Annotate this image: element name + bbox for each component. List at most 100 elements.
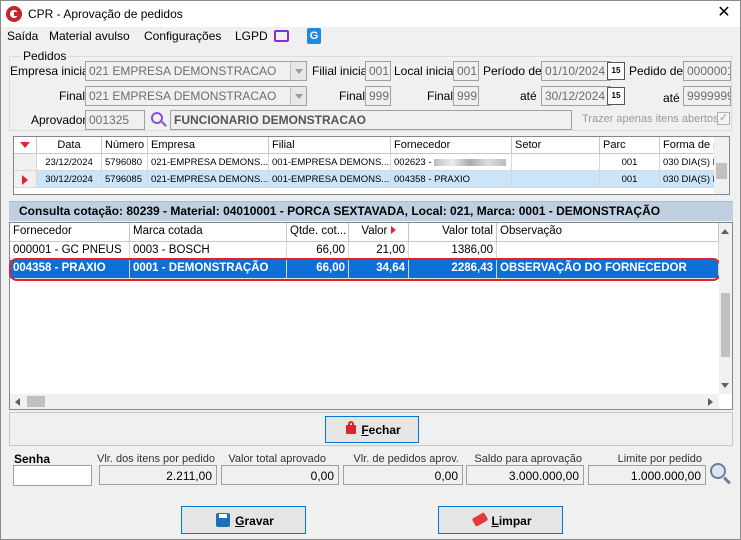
- senha-input[interactable]: [13, 465, 92, 486]
- orders-col-data[interactable]: Data: [37, 137, 102, 154]
- aprovado-label: Valor total aprovado: [228, 453, 326, 465]
- menu-bar: Saída Material avulso Configurações LGPD…: [1, 27, 740, 47]
- pedido-ate-label: até: [663, 91, 680, 105]
- pedidos-aprov-label: Vlr. de pedidos aprov.: [353, 453, 459, 465]
- aprovador-code-field[interactable]: 001325: [85, 110, 145, 130]
- cell-data: 30/12/2024: [37, 171, 102, 188]
- orders-col-empresa[interactable]: Empresa: [148, 137, 269, 154]
- filial-inicial-label: Filial inicial: [312, 64, 371, 78]
- app-window: CPR - Aprovação de pedidos ✕ Saída Mater…: [0, 0, 741, 540]
- orders-col-numero[interactable]: Número: [102, 137, 148, 154]
- periodo-de-field[interactable]: 01/10/2024: [541, 61, 611, 81]
- pedido-ate-field[interactable]: 9999999: [683, 86, 731, 106]
- periodo-de-label: Período de: [483, 64, 542, 78]
- gravar-button[interactable]: Gravar: [181, 506, 306, 534]
- orders-col-setor[interactable]: Setor: [512, 137, 600, 154]
- cot-col-obs[interactable]: Observação: [497, 223, 719, 242]
- title-bar: CPR - Aprovação de pedidos ✕: [1, 1, 740, 27]
- cell-marca: 0003 - BOSCH: [130, 242, 287, 259]
- limite-value: 1.000.000,00: [588, 465, 706, 485]
- periodo-ate-label: até: [520, 89, 537, 103]
- highlight-ring: [9, 258, 721, 281]
- cell-filial: 001-EMPRESA DEMONS...: [269, 154, 391, 171]
- periodo-ate-field[interactable]: 30/12/2024: [541, 86, 611, 106]
- cell-qtde: 66,00: [287, 242, 349, 259]
- cell-filial: 001-EMPRESA DEMONS...: [269, 171, 391, 188]
- chevron-down-icon[interactable]: [290, 87, 306, 105]
- fechar-label: echar: [368, 423, 401, 437]
- floppy-label: [219, 514, 227, 518]
- menu-configuracoes[interactable]: Configurações: [144, 29, 221, 43]
- aprovador-label: Aprovador: [31, 113, 87, 127]
- local-final-label: Final: [427, 89, 454, 103]
- orders-col-forma[interactable]: Forma de paga: [660, 137, 715, 154]
- empresa-final-value: 021 EMPRESA DEMONSTRACAO: [89, 89, 277, 103]
- pedidos-aprov-value: 0,00: [343, 465, 463, 485]
- cell-parc: 001: [600, 171, 660, 188]
- pedidos-group-label: Pedidos: [21, 49, 69, 63]
- cell-fornecedor: 002623 -: [391, 154, 512, 171]
- cotacao-hscrollbar[interactable]: [10, 394, 719, 409]
- cell-setor: [512, 154, 600, 171]
- lock-shackle: [348, 421, 354, 427]
- itens-value: 2.211,00: [99, 465, 217, 485]
- saldo-label: Saldo para aprovação: [474, 453, 582, 465]
- menu-lgpd[interactable]: LGPD: [235, 29, 268, 43]
- orders-col-filial[interactable]: Filial: [269, 137, 391, 154]
- empresa-inicial-label: Empresa inicial: [10, 64, 92, 78]
- filial-inicial-field[interactable]: 001: [365, 61, 391, 81]
- cot-col-valor-text: Valor: [361, 225, 388, 237]
- monitor-icon[interactable]: [274, 30, 289, 42]
- orders-col-parc[interactable]: Parc: [600, 137, 660, 154]
- cell-empresa: 021-EMPRESA DEMONS...: [148, 154, 269, 171]
- calendar-icon[interactable]: 15: [607, 62, 625, 80]
- scroll-right-icon[interactable]: [708, 398, 713, 406]
- aprovado-value: 0,00: [221, 465, 339, 485]
- scroll-thumb[interactable]: [716, 163, 727, 179]
- pedido-de-field[interactable]: 0000001: [683, 61, 731, 81]
- trazer-checkbox[interactable]: ✓: [717, 112, 730, 125]
- cot-col-marca[interactable]: Marca cotada: [130, 223, 287, 242]
- empresa-inicial-value: 021 EMPRESA DEMONSTRACAO: [89, 64, 277, 78]
- fechar-hotkey: F: [361, 423, 369, 437]
- limpar-button[interactable]: Limpar: [438, 506, 563, 534]
- scroll-left-icon[interactable]: [15, 398, 20, 406]
- orders-scrollbar[interactable]: [714, 137, 729, 194]
- cell-valor: 21,00: [349, 242, 409, 259]
- scroll-thumb[interactable]: [721, 293, 730, 357]
- row-indicator: [14, 171, 37, 188]
- orders-grid: Data Número Empresa Filial Fornecedor Se…: [13, 136, 730, 195]
- local-inicial-field[interactable]: 001: [453, 61, 479, 81]
- cot-col-fornecedor[interactable]: Fornecedor: [10, 223, 130, 242]
- orders-col-fornecedor[interactable]: Fornecedor: [391, 137, 512, 154]
- fechar-button[interactable]: Fechar: [325, 416, 419, 443]
- cot-col-total[interactable]: Valor total: [409, 223, 497, 242]
- cell-fornecedor-text: 002623 -: [394, 157, 435, 168]
- scroll-up-icon[interactable]: [721, 229, 729, 234]
- calendar-icon[interactable]: 15: [607, 87, 625, 105]
- menu-saida[interactable]: Saída: [7, 29, 38, 43]
- aprovador-name-field: FUNCIONARIO DEMONSTRACAO: [170, 110, 572, 130]
- cotacao-vscrollbar[interactable]: [719, 223, 732, 394]
- chevron-down-icon[interactable]: [290, 62, 306, 80]
- app-logo-icon: [6, 6, 22, 22]
- close-icon[interactable]: ✕: [713, 3, 735, 23]
- scroll-down-icon[interactable]: [721, 383, 729, 388]
- search-icon-handle: [723, 476, 731, 485]
- row-indicator: [14, 154, 37, 171]
- filial-final-field[interactable]: 999: [365, 86, 391, 106]
- gravar-label: ravar: [244, 514, 274, 528]
- app-g-icon[interactable]: G: [307, 28, 321, 44]
- empresa-final-label: Final: [59, 89, 86, 103]
- cot-col-qtde[interactable]: Qtde. cot...: [287, 223, 349, 242]
- empresa-inicial-combo[interactable]: 021 EMPRESA DEMONSTRACAO: [85, 61, 307, 81]
- orders-header-marker[interactable]: [14, 137, 37, 154]
- limpar-hotkey: L: [491, 514, 499, 528]
- scroll-thumb[interactable]: [27, 396, 45, 407]
- empresa-final-combo[interactable]: 021 EMPRESA DEMONSTRACAO: [85, 86, 307, 106]
- menu-material-avulso[interactable]: Material avulso: [49, 29, 130, 43]
- cell-obs: [497, 242, 719, 259]
- local-final-field[interactable]: 999: [453, 86, 479, 106]
- cell-numero: 5796085: [102, 171, 148, 188]
- cot-col-valor[interactable]: Valor: [349, 223, 409, 242]
